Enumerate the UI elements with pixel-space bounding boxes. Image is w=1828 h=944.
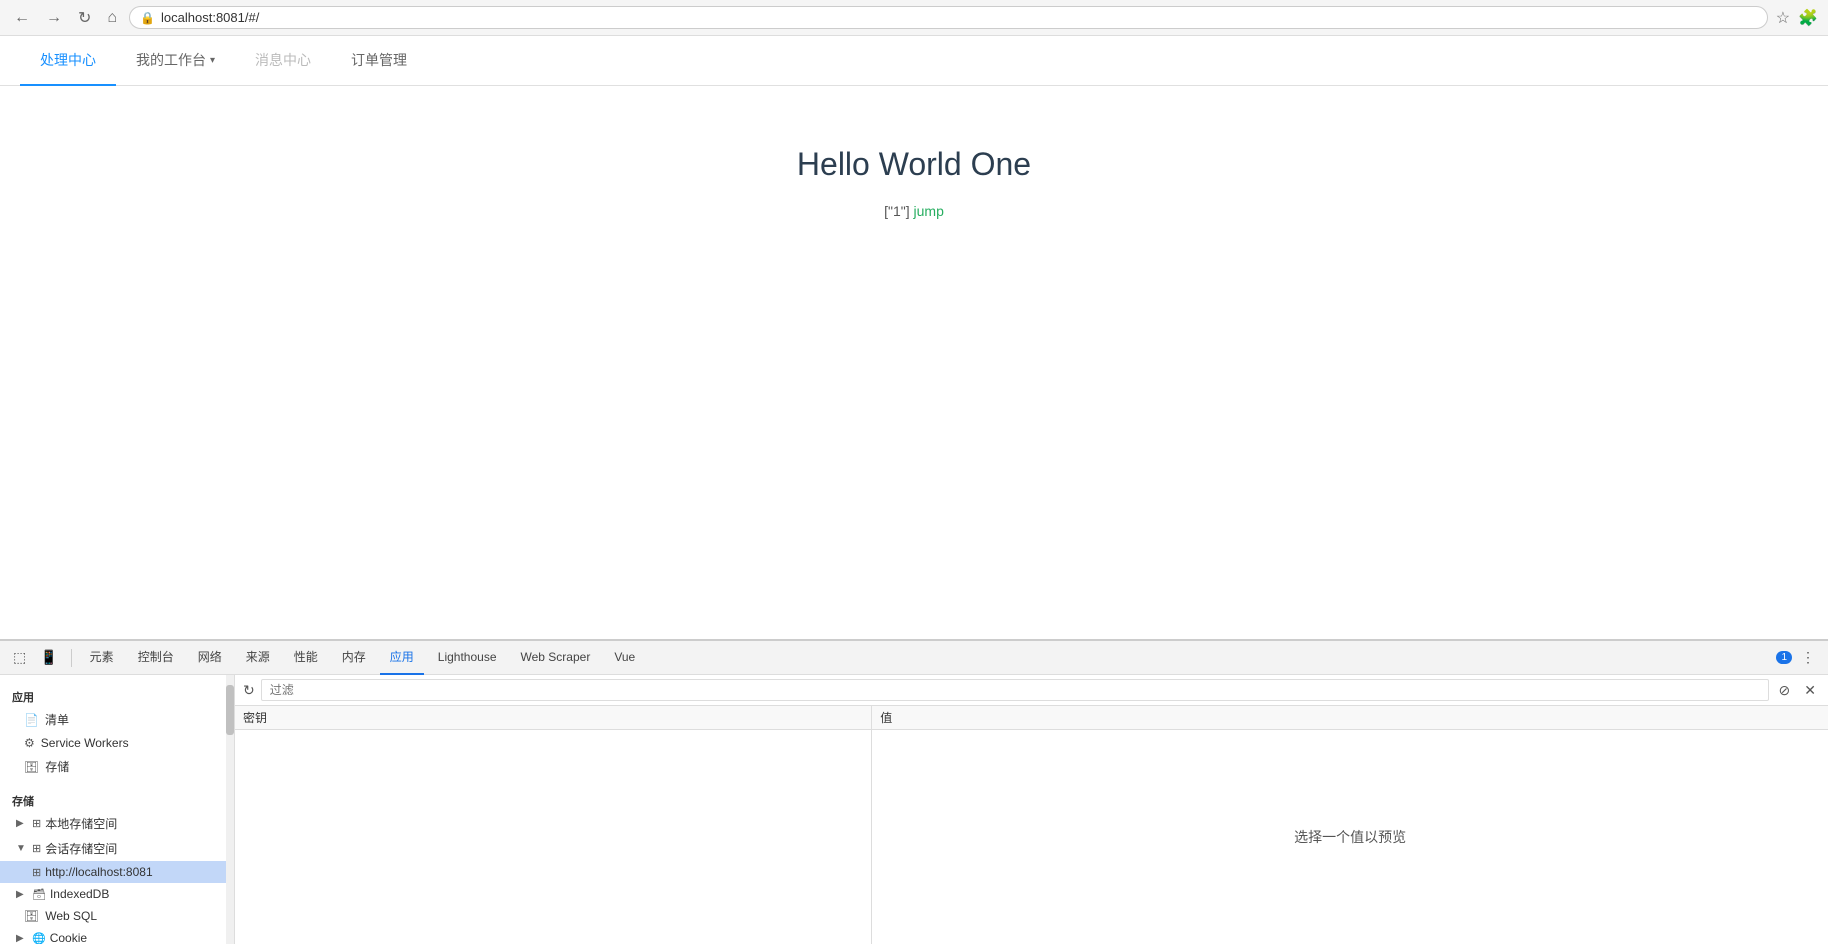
session-child-icon: ⊞ <box>32 866 41 879</box>
preview-area: 选择一个值以预览 <box>872 730 1828 944</box>
tab-lighthouse[interactable]: Lighthouse <box>428 641 507 675</box>
tab-network[interactable]: 网络 <box>188 641 232 675</box>
devtools-body: 应用 📄 清单 ⚙ Service Workers 🗄 存储 存储 ▶ ⊞ 本地… <box>0 675 1828 944</box>
toolbar-separator <box>71 649 72 667</box>
page-title: Hello World One <box>797 146 1031 183</box>
col-header-value: 值 <box>872 706 1828 730</box>
tab-application[interactable]: 应用 <box>380 641 424 675</box>
indexeddb-icon: 🗃 <box>32 888 46 901</box>
sidebar-item-session-localhost[interactable]: ⊞ http://localhost:8081 <box>0 861 234 883</box>
app-nav: 处理中心 我的工作台 ▾ 消息中心 订单管理 <box>0 36 1828 86</box>
devtools-inspect-button[interactable]: ⬚ <box>8 646 31 669</box>
tab-webscraper[interactable]: Web Scraper <box>511 641 601 675</box>
devtools-sidebar: 应用 📄 清单 ⚙ Service Workers 🗄 存储 存储 ▶ ⊞ 本地… <box>0 675 235 944</box>
tab-performance[interactable]: 性能 <box>284 641 328 675</box>
scrollbar-thumb[interactable] <box>226 685 234 735</box>
app-area: 处理中心 我的工作台 ▾ 消息中心 订单管理 Hello World One [… <box>0 36 1828 684</box>
filter-close-button[interactable]: ✕ <box>1800 680 1820 701</box>
indexeddb-label: IndexedDB <box>50 887 109 901</box>
nav-item-workbench[interactable]: 我的工作台 ▾ <box>116 36 235 86</box>
tab-vue[interactable]: Vue <box>604 641 645 675</box>
tab-memory[interactable]: 内存 <box>332 641 376 675</box>
manifest-label: 清单 <box>45 711 69 728</box>
session-child-label: http://localhost:8081 <box>45 865 152 879</box>
session-storage-label: 会话存储空间 <box>45 840 117 857</box>
sidebar-item-indexeddb[interactable]: ▶ 🗃 IndexedDB <box>0 883 234 905</box>
sidebar-item-storage[interactable]: 🗄 存储 <box>0 754 234 779</box>
tab-elements[interactable]: 元素 <box>80 641 124 675</box>
manifest-icon: 📄 <box>24 713 39 727</box>
refresh-storage-button[interactable]: ↻ <box>243 682 255 699</box>
back-button[interactable]: ← <box>10 7 34 29</box>
sidebar-item-web-sql[interactable]: 🗄 Web SQL <box>0 905 234 927</box>
browser-chrome: ← → ↻ ⌂ 🔒 localhost:8081/#/ ☆ 🧩 <box>0 0 1828 36</box>
extension-icon[interactable]: 🧩 <box>1798 8 1818 28</box>
link-prefix: ["1"] <box>884 203 910 219</box>
local-storage-icon: ⊞ <box>32 817 41 830</box>
devtools-menu-icon[interactable]: ⋮ <box>1796 646 1820 669</box>
section-app-label: 应用 <box>0 683 234 707</box>
web-sql-label: Web SQL <box>45 909 97 923</box>
sidebar-item-session-storage[interactable]: ▼ ⊞ 会话存储空间 <box>0 836 234 861</box>
storage-label: 存储 <box>45 758 69 775</box>
nav-item-orders[interactable]: 订单管理 <box>331 36 427 86</box>
jump-link[interactable]: jump <box>914 203 944 219</box>
sidebar-item-local-storage[interactable]: ▶ ⊞ 本地存储空间 <box>0 811 234 836</box>
sidebar-item-service-workers[interactable]: ⚙ Service Workers <box>0 732 234 754</box>
devtools-panel: ⬚ 📱 元素 控制台 网络 来源 性能 内存 应用 Lighthouse Web… <box>0 639 1828 944</box>
app-content: Hello World One ["1"] jump <box>0 86 1828 279</box>
session-storage-icon: ⊞ <box>32 842 41 855</box>
url-text: localhost:8081/#/ <box>161 10 1757 25</box>
indexeddb-arrow: ▶ <box>16 889 28 900</box>
storage-table: 密钥 <box>235 706 872 944</box>
filter-clear-button[interactable]: ⊘ <box>1775 680 1795 701</box>
star-icon[interactable]: ☆ <box>1776 8 1790 28</box>
section-storage-label: 存储 <box>0 787 234 811</box>
col-header-key: 密钥 <box>235 706 871 730</box>
filter-input[interactable] <box>261 679 1769 701</box>
session-storage-arrow: ▼ <box>16 843 28 854</box>
sidebar-item-cookie[interactable]: ▶ 🌐 Cookie <box>0 927 234 944</box>
preview-placeholder-text: 选择一个值以预览 <box>1294 827 1406 847</box>
service-workers-label: Service Workers <box>41 736 129 750</box>
home-button[interactable]: ⌂ <box>103 7 121 29</box>
nav-item-processing[interactable]: 处理中心 <box>20 36 116 86</box>
service-workers-icon: ⚙ <box>24 736 35 750</box>
browser-action-icons: ☆ 🧩 <box>1776 8 1818 28</box>
cookie-arrow: ▶ <box>16 933 28 944</box>
chevron-down-icon: ▾ <box>210 55 215 66</box>
errors-badge: 1 <box>1776 651 1792 664</box>
forward-button[interactable]: → <box>42 7 66 29</box>
table-preview-split: 密钥 值 选择一个值以预览 <box>235 706 1828 944</box>
sidebar-item-manifest[interactable]: 📄 清单 <box>0 707 234 732</box>
value-preview-panel: 值 选择一个值以预览 <box>872 706 1828 944</box>
nav-item-messages: 消息中心 <box>235 36 331 86</box>
local-storage-label: 本地存储空间 <box>45 815 117 832</box>
col-body-key <box>235 730 871 738</box>
devtools-device-button[interactable]: 📱 <box>35 646 62 669</box>
devtools-toolbar: ⬚ 📱 元素 控制台 网络 来源 性能 内存 应用 Lighthouse Web… <box>0 641 1828 675</box>
local-storage-arrow: ▶ <box>16 818 28 829</box>
storage-icon: 🗄 <box>24 760 39 774</box>
tab-sources[interactable]: 来源 <box>236 641 280 675</box>
tab-console[interactable]: 控制台 <box>128 641 184 675</box>
cookie-icon: 🌐 <box>32 932 46 944</box>
filter-bar: ↻ ⊘ ✕ <box>235 675 1828 706</box>
page-link-row: ["1"] jump <box>884 203 944 219</box>
refresh-button[interactable]: ↻ <box>74 6 95 30</box>
address-bar[interactable]: 🔒 localhost:8081/#/ <box>129 6 1768 29</box>
cookie-label: Cookie <box>50 931 87 944</box>
devtools-main-panel: ↻ ⊘ ✕ 密钥 值 选择一个值以预览 <box>235 675 1828 944</box>
scrollbar-track[interactable] <box>226 675 234 944</box>
web-sql-icon: 🗄 <box>24 909 39 923</box>
